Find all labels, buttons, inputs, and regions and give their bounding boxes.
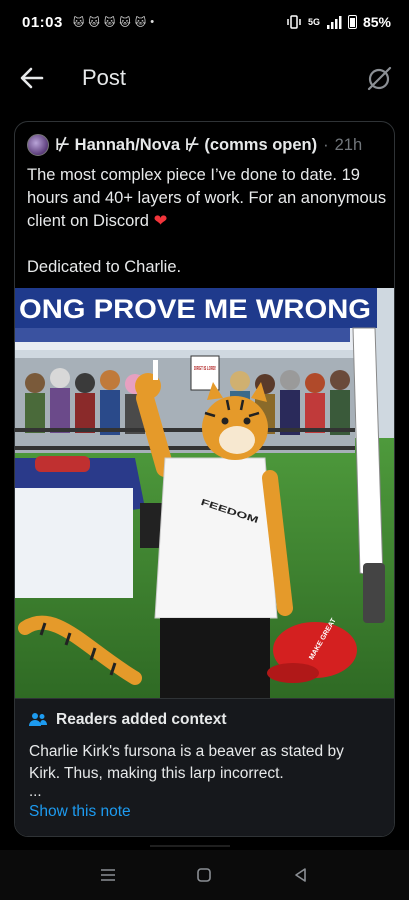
sign-text: DIRGT IS LORD! — [194, 366, 216, 372]
battery-icon — [347, 15, 357, 29]
recents-icon — [101, 869, 116, 881]
post-image[interactable]: ONG PROVE ME WRONG DIRGT IS LORD! FEEDOM… — [15, 288, 394, 698]
cat-icon: 🐱 — [72, 16, 85, 29]
post-text: The most complex piece I’ve done to date… — [27, 166, 387, 230]
back-arrow-icon[interactable] — [18, 64, 46, 92]
note-body: Charlie Kirk's fursona is a beaver as st… — [29, 743, 344, 782]
separator-dot: · — [323, 135, 329, 154]
page-title: Post — [82, 65, 127, 90]
note-header: Readers added context — [29, 711, 227, 729]
cat-icon: 🐱 — [134, 16, 147, 29]
network-label: 5G — [307, 17, 320, 27]
artwork-illustration: ONG PROVE ME WRONG DIRGT IS LORD! FEEDOM… — [15, 288, 394, 698]
system-nav-bar — [0, 850, 409, 900]
status-bar: 01:03 🐱 🐱 🐱 🐱 🐱 • 5G 85% — [0, 0, 409, 44]
home-button[interactable] — [189, 860, 219, 890]
post-dedication: Dedicated to Charlie. — [27, 258, 182, 276]
back-triangle-icon — [295, 868, 306, 882]
cat-icon: 🐱 — [119, 16, 131, 29]
show-note-link[interactable]: Show this note — [29, 803, 131, 821]
note-heading: Readers added context — [56, 711, 227, 728]
home-icon — [197, 868, 212, 882]
people-icon — [29, 713, 47, 726]
cat-icon: 🐱 — [88, 16, 100, 29]
community-note[interactable]: Readers added context Charlie Kirk's fur… — [15, 698, 394, 836]
author-name[interactable]: ⊬ Hannah/Nova ⊬ (comms open) — [55, 135, 317, 155]
crowd — [15, 358, 355, 453]
grok-icon[interactable] — [365, 64, 393, 92]
post-body: The most complex piece I’ve done to date… — [27, 164, 387, 279]
notification-icons: 🐱 🐱 🐱 🐱 🐱 • — [73, 16, 154, 29]
heart-icon: ❤ — [153, 212, 168, 230]
post-timestamp[interactable]: 21h — [335, 136, 363, 155]
vibrate-icon — [287, 15, 301, 29]
avatar[interactable] — [27, 134, 49, 156]
top-app-bar: Post — [0, 52, 409, 104]
post-author-row[interactable]: ⊬ Hannah/Nova ⊬ (comms open) · 21h — [27, 134, 362, 156]
cat-icon: 🐱 — [103, 16, 116, 29]
back-button[interactable] — [286, 860, 316, 890]
more-notifications-dot: • — [150, 16, 155, 28]
recent-apps-button[interactable] — [93, 860, 123, 890]
battery-level: 85% — [362, 14, 391, 30]
post-card[interactable]: ⊬ Hannah/Nova ⊬ (comms open) · 21h The m… — [14, 121, 395, 837]
banner-text: ONG PROVE ME WRONG — [19, 294, 371, 324]
status-time: 01:03 — [22, 13, 63, 31]
signal-icon — [326, 16, 342, 29]
note-ellipsis: ... — [29, 783, 42, 800]
